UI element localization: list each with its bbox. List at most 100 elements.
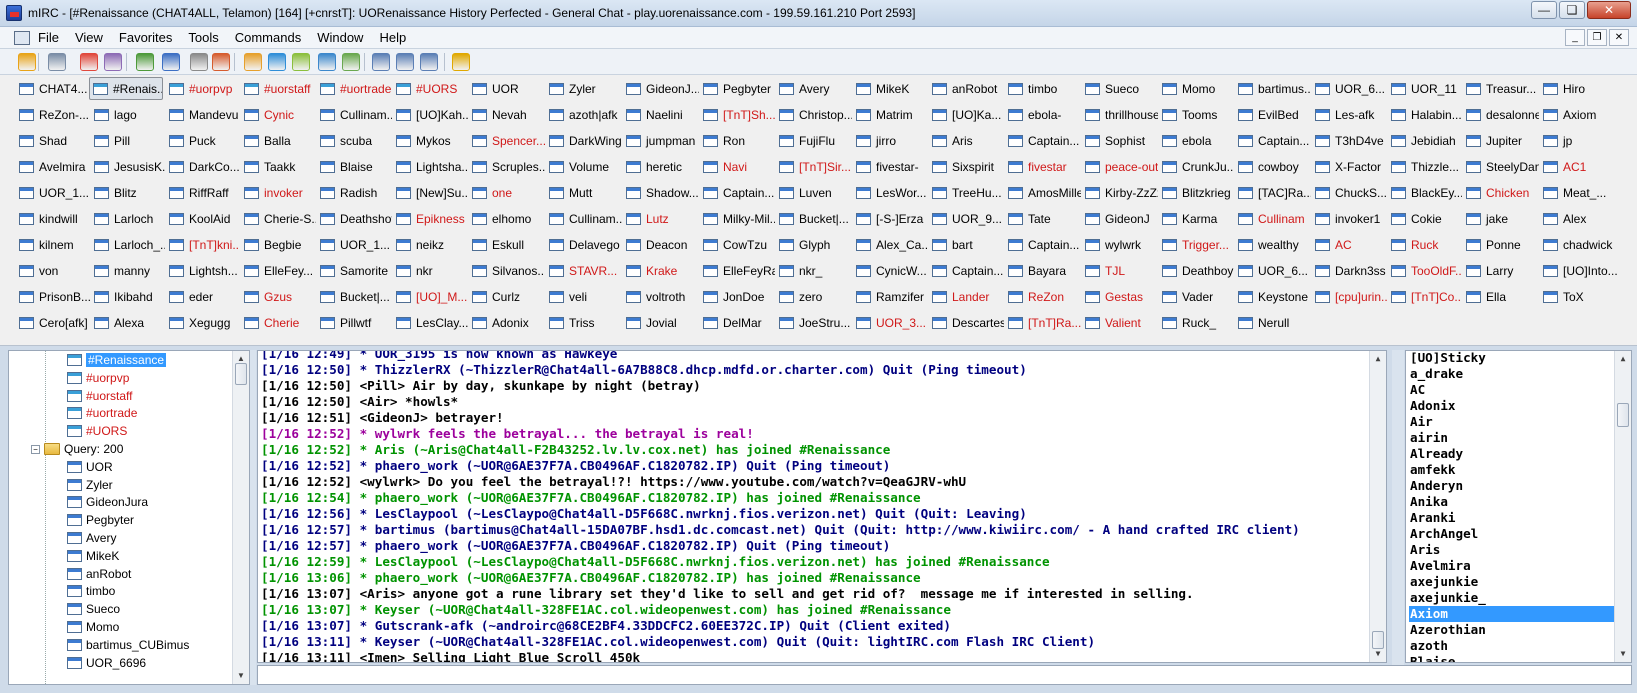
switchbar-query[interactable]: cowboy (1235, 155, 1311, 178)
switchbar-query[interactable]: Bucket|... (317, 285, 392, 308)
switchbar-query[interactable]: T3hD4ve (1312, 129, 1387, 152)
switchbar-query[interactable]: Mandevu (166, 103, 240, 126)
switchbar-query[interactable]: jake (1463, 207, 1539, 230)
nick-item[interactable]: [UO]Sticky (1409, 351, 1614, 366)
switchbar-query[interactable]: UOR_1... (16, 181, 90, 204)
switchbar-query[interactable]: Ikibahd (91, 285, 165, 308)
switchbar-channel[interactable]: #uortrade (317, 77, 392, 100)
switchbar-query[interactable]: elhomo (469, 207, 545, 230)
channel-list-icon[interactable] (162, 53, 180, 71)
help-icon[interactable] (452, 53, 470, 71)
tile-vertical-icon[interactable] (396, 53, 414, 71)
switchbar-channel[interactable]: #UORS (393, 77, 468, 100)
switchbar-query[interactable]: Thizzle... (1388, 155, 1462, 178)
send-file-icon[interactable] (244, 53, 262, 71)
switchbar-query[interactable]: Blaise (317, 155, 392, 178)
switchbar-query[interactable]: Shadow... (623, 181, 699, 204)
tree-query-bartimus-cubimus[interactable]: bartimus_CUBimus (67, 636, 189, 654)
switchbar-channel[interactable]: #uorpvp (166, 77, 240, 100)
switchbar-query[interactable]: Valient (1082, 311, 1158, 334)
switchbar-query[interactable]: voltroth (623, 285, 699, 308)
switchbar-query[interactable]: heretic (623, 155, 699, 178)
switchbar-query[interactable]: Les-afk (1312, 103, 1387, 126)
switchbar-query[interactable]: kindwill (16, 207, 90, 230)
switchbar-query[interactable]: Jebidiah (1388, 129, 1462, 152)
switchbar-query[interactable]: Captain... (1005, 129, 1081, 152)
tile-horizontal-icon[interactable] (372, 53, 390, 71)
nick-item[interactable]: Azerothian (1409, 622, 1614, 638)
switchbar-query[interactable]: thrillhouse (1082, 103, 1158, 126)
switchbar-query[interactable]: GideonJ... (623, 77, 699, 100)
tree-query-folder[interactable]: − Query: 200 (31, 440, 123, 458)
switchbar-query[interactable]: Krake (623, 259, 699, 282)
switchbar-query[interactable]: Descartes (929, 311, 1004, 334)
switchbar-query[interactable]: AC1 (1540, 155, 1632, 178)
switchbar-query[interactable]: Alexa (91, 311, 165, 334)
switchbar-query[interactable]: UOR_3... (853, 311, 928, 334)
switchbar-query[interactable]: Larry (1463, 259, 1539, 282)
switchbar-query[interactable]: Larloch (91, 207, 165, 230)
switchbar-query[interactable]: Jupiter (1463, 129, 1539, 152)
switchbar-query[interactable]: DarkWing (546, 129, 622, 152)
switchbar-query[interactable]: chadwick (1540, 233, 1632, 256)
switchbar-query[interactable]: Sueco (1082, 77, 1158, 100)
nick-item[interactable]: AC (1409, 382, 1614, 398)
nick-item[interactable]: Blaise (1409, 654, 1614, 662)
switchbar-query[interactable]: Gzus (241, 285, 316, 308)
switchbar-query[interactable]: ebola- (1005, 103, 1081, 126)
favorites-icon[interactable] (80, 53, 98, 71)
switchbar-query[interactable]: Captain... (1235, 129, 1311, 152)
nick-item[interactable]: Avelmira (1409, 558, 1614, 574)
switchbar-query[interactable]: Samorite (317, 259, 392, 282)
switchbar-query[interactable]: one (469, 181, 545, 204)
switchbar-query[interactable]: RiffRaff (166, 181, 240, 204)
switchbar-query[interactable]: Captain... (1005, 233, 1081, 256)
nick-item[interactable]: Axiom (1409, 606, 1614, 622)
switchbar-query[interactable]: STAVR... (546, 259, 622, 282)
switchbar-query[interactable]: nkr (393, 259, 468, 282)
menu-tools[interactable]: Tools (188, 30, 218, 45)
switchbar-query[interactable]: Tooms (1159, 103, 1234, 126)
menu-window[interactable]: Window (317, 30, 363, 45)
switchbar-query[interactable]: JoeStru... (776, 311, 852, 334)
menu-view[interactable]: View (75, 30, 103, 45)
switchbar-query[interactable]: Nerull (1235, 311, 1311, 334)
switchbar-query[interactable]: Captain... (929, 259, 1004, 282)
tree-channel-uorstaff[interactable]: #uorstaff (67, 387, 132, 405)
switchbar-query[interactable]: Radish (317, 181, 392, 204)
tree-query-zyler[interactable]: Zyler (67, 476, 113, 494)
switchbar-query[interactable]: Mutt (546, 181, 622, 204)
switchbar-query[interactable]: Pill (91, 129, 165, 152)
switchbar-query[interactable]: TJL (1082, 259, 1158, 282)
switchbar-query[interactable]: Meat_... (1540, 181, 1632, 204)
nick-item[interactable]: Aranki (1409, 510, 1614, 526)
nick-item[interactable]: ArchAngel (1409, 526, 1614, 542)
switchbar-query[interactable]: ToX (1540, 285, 1632, 308)
mdi-close-button[interactable]: ✕ (1609, 29, 1629, 46)
switchbar-query[interactable]: azoth|afk (546, 103, 622, 126)
treebar-scrollbar[interactable]: ▲ ▼ (232, 351, 249, 684)
switchbar-query[interactable]: Cherie-S... (241, 207, 316, 230)
url-list-icon[interactable] (342, 53, 360, 71)
switchbar-query[interactable]: Trigger... (1159, 233, 1234, 256)
switchbar-query[interactable]: Axiom (1540, 103, 1632, 126)
switchbar-query[interactable]: KoolAid (166, 207, 240, 230)
switchbar-query[interactable]: Aris (929, 129, 1004, 152)
switchbar-query[interactable]: jp (1540, 129, 1632, 152)
switchbar-query[interactable]: Navi (700, 155, 775, 178)
nick-item[interactable]: Adonix (1409, 398, 1614, 414)
menu-commands[interactable]: Commands (235, 30, 301, 45)
switchbar-query[interactable]: Cherie (241, 311, 316, 334)
switchbar-query[interactable]: Epikness (393, 207, 468, 230)
switchbar-query[interactable]: Halabin... (1388, 103, 1462, 126)
switchbar-query[interactable]: bart (929, 233, 1004, 256)
switchbar-query[interactable]: Christop... (776, 103, 852, 126)
get-file-icon[interactable] (268, 53, 286, 71)
nick-item[interactable]: Aris (1409, 542, 1614, 558)
scroll-down-arrow-icon[interactable]: ▼ (1373, 649, 1383, 659)
switchbar-query[interactable]: Triss (546, 311, 622, 334)
nick-item[interactable]: azoth (1409, 638, 1614, 654)
switchbar-query[interactable]: Scruples... (469, 155, 545, 178)
switchbar-query[interactable]: Glyph (776, 233, 852, 256)
switchbar-query[interactable]: Shad (16, 129, 90, 152)
